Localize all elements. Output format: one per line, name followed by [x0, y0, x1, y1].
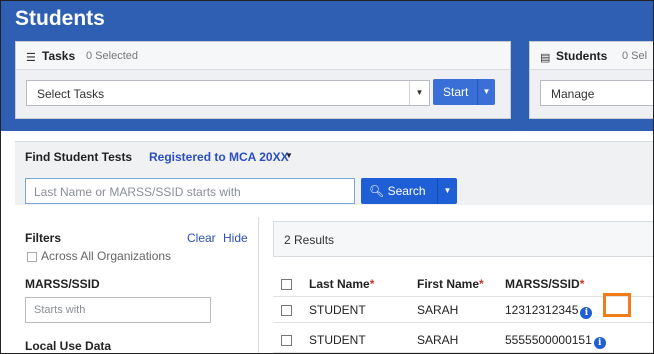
start-button-label: Start — [443, 85, 469, 99]
cell-marss: 12312312345 i — [505, 303, 593, 319]
registration-filter-link[interactable]: Registered to MCA 20XX — [149, 150, 289, 164]
results-bar: 2 Results — [273, 221, 653, 257]
students-title: Students — [556, 49, 608, 63]
search-button-label: 🔍︎ Search — [369, 184, 426, 198]
filters-title: Filters — [25, 231, 62, 245]
filters-panel: Filters Clear Hide Across All Organizati… — [15, 217, 259, 353]
search-dropdown-chevron-icon[interactable]: ▼ — [437, 178, 457, 204]
cell-first-name: SARAH — [417, 303, 459, 317]
students-panel: ▤ Students 0 Sel Manage — [529, 41, 653, 119]
column-header-first-name[interactable]: First Name* — [417, 277, 484, 291]
tasks-selected-count: 0 Selected — [86, 50, 138, 62]
search-button[interactable]: 🔍︎ Search ▼ — [361, 178, 457, 204]
select-tasks-dropdown[interactable]: Select Tasks ▼ — [26, 80, 430, 106]
required-mark: * — [479, 277, 484, 291]
column-header-marss[interactable]: MARSS/SSID* — [505, 277, 584, 291]
find-title: Find Student Tests — [25, 150, 133, 164]
first-name-header-label: First Name — [417, 277, 480, 291]
cell-last-name: STUDENT — [309, 333, 366, 347]
select-all-checkbox[interactable] — [281, 279, 292, 290]
info-icon[interactable]: i — [593, 337, 606, 349]
row-checkbox[interactable] — [281, 305, 292, 316]
list-icon: ☰ — [26, 52, 36, 64]
across-orgs-label: Across All Organizations — [41, 249, 172, 263]
cell-marss: 5555500000151 i — [505, 333, 606, 349]
across-orgs-checkbox[interactable] — [27, 252, 37, 262]
start-button[interactable]: Start ▼ — [433, 79, 495, 105]
cell-last-name: STUDENT — [309, 303, 366, 317]
search-placeholder: Last Name or MARSS/SSID starts with — [34, 185, 241, 199]
marss-value: 5555500000151 — [505, 333, 592, 347]
panel-pointer — [510, 119, 534, 131]
search-label: Search — [387, 184, 426, 198]
page-title: Students — [15, 7, 105, 30]
page-header: Students ☰ Tasks 0 Selected Select Tasks… — [1, 1, 653, 131]
search-input[interactable]: Last Name or MARSS/SSID starts with — [25, 178, 355, 204]
table-row[interactable]: STUDENT SARAH 12312312345 i — [273, 297, 653, 323]
app-window: Students ☰ Tasks 0 Selected Select Tasks… — [0, 0, 654, 354]
table-header-row: Last Name* First Name* MARSS/SSID* — [273, 271, 653, 297]
start-dropdown-chevron-icon[interactable]: ▼ — [477, 79, 495, 105]
column-header-last-name[interactable]: Last Name* — [309, 277, 374, 291]
marss-value: 12312312345 — [505, 303, 579, 317]
search-icon: 🔍︎ — [369, 184, 385, 198]
row-checkbox[interactable] — [281, 335, 292, 346]
marss-heading: MARSS/SSID — [25, 277, 100, 291]
manage-dropdown[interactable]: Manage — [540, 80, 653, 106]
chevron-down-icon: ▼ — [409, 81, 429, 105]
required-mark: * — [369, 277, 375, 291]
tasks-title: Tasks — [42, 49, 76, 63]
marss-header-label: MARSS/SSID — [505, 277, 580, 291]
find-student-tests: Find Student Tests Registered to MCA 20X… — [15, 141, 653, 205]
table-row[interactable]: STUDENT SARAH 5555500000151 i — [273, 327, 653, 353]
select-tasks-value: Select Tasks — [37, 87, 105, 101]
tasks-panel-header: ☰ Tasks 0 Selected — [16, 42, 510, 70]
results-count: 2 Results — [284, 233, 335, 247]
manage-value: Manage — [551, 87, 595, 101]
last-name-header-label: Last Name — [309, 277, 370, 291]
clear-filters-link[interactable]: Clear — [187, 231, 216, 245]
info-icon-highlight — [603, 293, 631, 317]
caret-down-icon[interactable]: ▼ — [285, 151, 293, 160]
students-selected-count: 0 Sel — [622, 50, 648, 62]
cell-first-name: SARAH — [417, 333, 459, 347]
required-mark: * — [579, 277, 585, 291]
local-use-heading: Local Use Data — [25, 339, 112, 353]
card-icon: ▤ — [540, 52, 551, 64]
info-icon[interactable]: i — [580, 307, 593, 319]
hide-filters-link[interactable]: Hide — [223, 231, 248, 245]
marss-placeholder: Starts with — [34, 304, 86, 316]
students-panel-header: ▤ Students 0 Sel — [530, 42, 653, 70]
marss-filter-input[interactable]: Starts with — [25, 297, 211, 323]
